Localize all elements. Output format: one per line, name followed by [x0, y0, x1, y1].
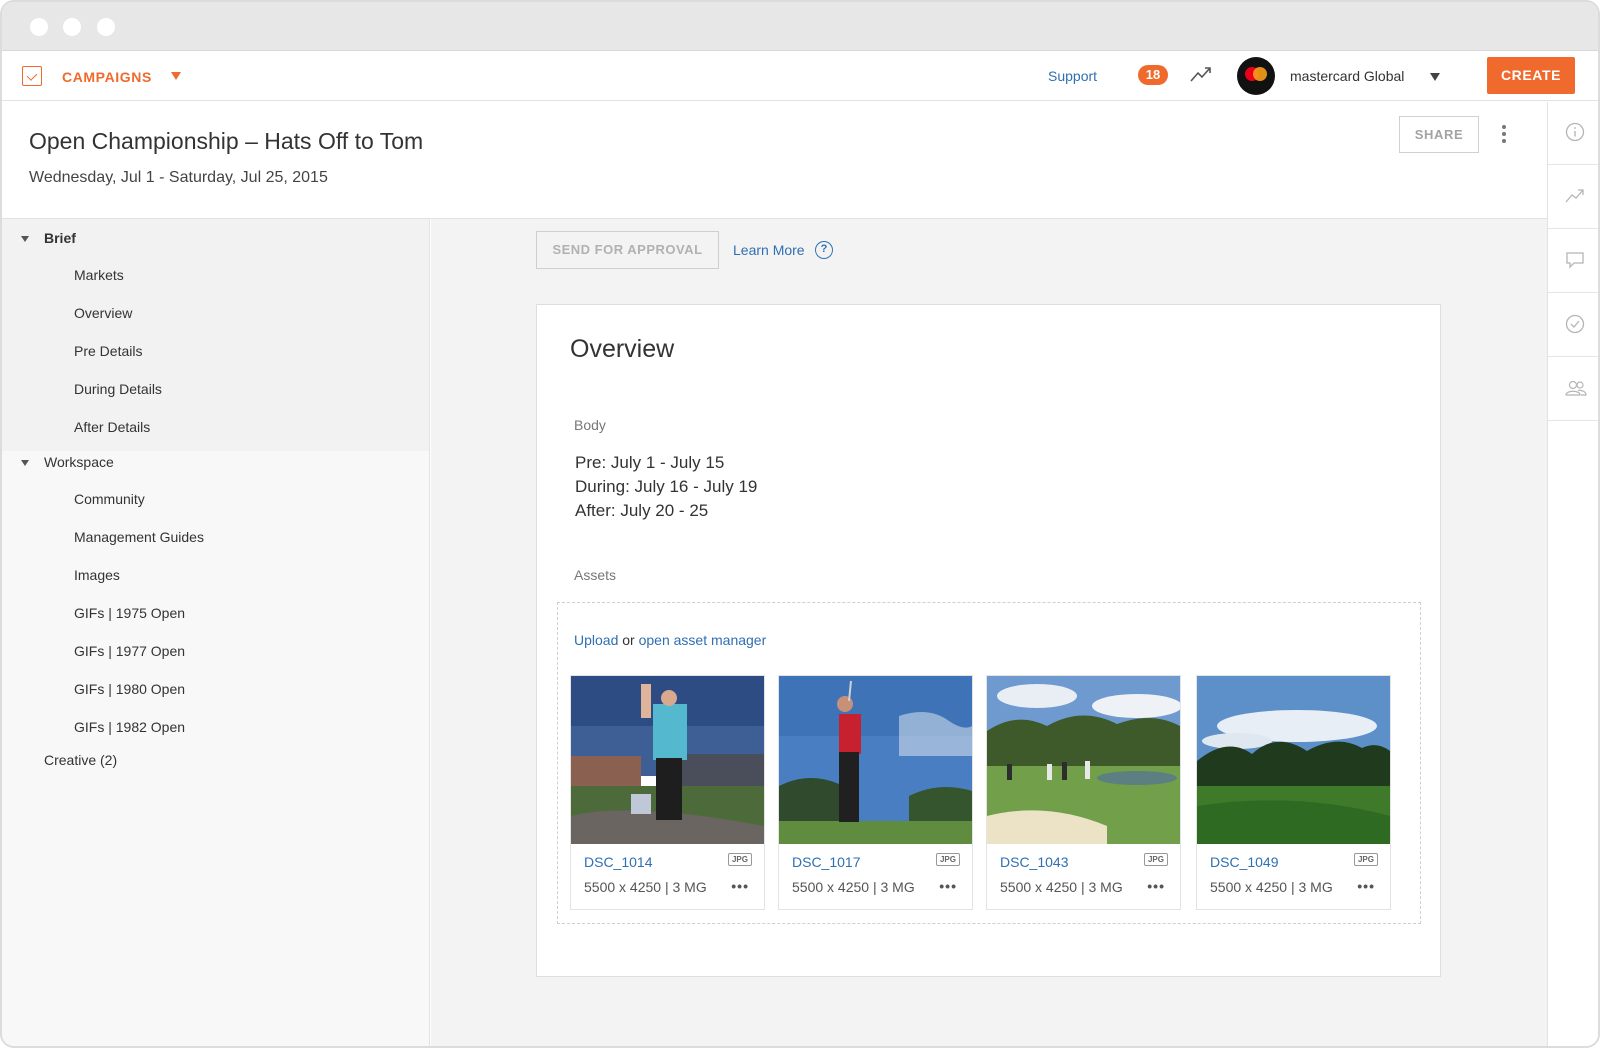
sidebar-item-gifs-1975[interactable]: GIFs | 1975 Open [74, 605, 185, 621]
account-name[interactable]: mastercard Global [1290, 68, 1404, 84]
sidebar-item-pre-details[interactable]: Pre Details [74, 343, 142, 359]
window-minimize-dot[interactable] [63, 18, 81, 36]
body-line-during: During: July 16 - July 19 [575, 477, 758, 496]
asset-dimensions: 5500 x 4250 | 3 MG [1210, 879, 1333, 895]
window-chrome [2, 2, 1598, 51]
asset-dropzone[interactable]: Upload or open asset manager DSC_1014 JP… [557, 602, 1421, 924]
upload-link[interactable]: Upload [574, 632, 618, 648]
campaign-check-icon[interactable] [22, 66, 42, 86]
sidebar-section-creative[interactable]: Creative (2) [44, 752, 117, 768]
campaign-dates: Wednesday, Jul 1 - Saturday, Jul 25, 201… [29, 169, 328, 186]
sidebar-item-after-details[interactable]: After Details [74, 419, 150, 435]
asset-thumbnail-golfer-swing[interactable] [779, 676, 972, 844]
asset-thumbnail-golf-course-group[interactable] [987, 676, 1180, 844]
more-options-icon[interactable] [1499, 125, 1509, 147]
workspace-caret-icon[interactable] [21, 460, 29, 466]
main-content: SEND FOR APPROVAL Learn More ? Overview … [431, 219, 1547, 1046]
asset-dimensions: 5500 x 4250 | 3 MG [1000, 879, 1123, 895]
sidebar-item-markets[interactable]: Markets [74, 267, 124, 283]
send-for-approval-button[interactable]: SEND FOR APPROVAL [536, 231, 719, 269]
asset-more-options-icon[interactable]: ••• [1147, 878, 1165, 894]
notification-badge[interactable]: 18 [1138, 65, 1168, 85]
asset-more-options-icon[interactable]: ••• [731, 878, 749, 894]
asset-card[interactable]: DSC_1014 JPG 5500 x 4250 | 3 MG ••• [570, 675, 765, 910]
sidebar-nav: Brief Markets Overview Pre Details Durin… [2, 219, 430, 1046]
account-chevron-down-icon[interactable] [1430, 73, 1440, 81]
asset-file-name[interactable]: DSC_1049 [1210, 854, 1279, 870]
asset-thumbnail-golf-course-green[interactable] [1197, 676, 1390, 844]
upload-instructions: Upload or open asset manager [574, 632, 766, 648]
comment-icon [1566, 252, 1584, 269]
sidebar-section-workspace[interactable]: Workspace [44, 454, 114, 470]
trend-icon [1565, 189, 1584, 203]
page-title: Open Championship – Hats Off to Tom [29, 128, 424, 154]
rail-approvals[interactable] [1548, 294, 1598, 357]
asset-file-name[interactable]: DSC_1043 [1000, 854, 1069, 870]
rail-people[interactable] [1548, 358, 1598, 421]
sidebar-item-gifs-1982[interactable]: GIFs | 1982 Open [74, 719, 185, 735]
open-asset-manager-link[interactable]: open asset manager [639, 632, 767, 648]
overview-card: Overview Body Pre: July 1 - July 15 Duri… [536, 304, 1441, 977]
account-avatar[interactable] [1237, 57, 1275, 95]
brief-caret-icon[interactable] [21, 236, 29, 242]
right-rail [1547, 102, 1598, 1046]
body-line-after: After: July 20 - 25 [575, 501, 709, 520]
upload-or-text: or [622, 632, 635, 648]
window-zoom-dot[interactable] [97, 18, 115, 36]
rail-trend[interactable] [1548, 166, 1598, 229]
asset-card[interactable]: DSC_1017 JPG 5500 x 4250 | 3 MG ••• [778, 675, 973, 910]
share-button[interactable]: SHARE [1399, 116, 1479, 153]
asset-file-name[interactable]: DSC_1014 [584, 854, 653, 870]
asset-more-options-icon[interactable]: ••• [939, 878, 957, 894]
sidebar-item-management-guides[interactable]: Management Guides [74, 529, 204, 545]
campaigns-menu[interactable]: CAMPAIGNS [62, 69, 152, 85]
jpg-file-type-badge: JPG [727, 853, 752, 866]
sidebar-item-community[interactable]: Community [74, 491, 145, 507]
help-circle-icon[interactable]: ? [815, 241, 833, 259]
rail-comments[interactable] [1548, 230, 1598, 293]
jpg-file-type-badge: JPG [1143, 853, 1168, 866]
mastercard-logo-yellow-circle [1253, 67, 1267, 81]
sidebar-item-gifs-1980[interactable]: GIFs | 1980 Open [74, 681, 185, 697]
people-icon [1565, 380, 1587, 396]
create-button[interactable]: CREATE [1487, 57, 1575, 94]
body-line-pre: Pre: July 1 - July 15 [575, 453, 725, 472]
support-link[interactable]: Support [1048, 68, 1097, 84]
asset-thumbnail-golfer-waving[interactable] [571, 676, 764, 844]
asset-dimensions: 5500 x 4250 | 3 MG [792, 879, 915, 895]
asset-dimensions: 5500 x 4250 | 3 MG [584, 879, 707, 895]
check-circle-icon [1565, 314, 1585, 334]
top-nav-bar: CAMPAIGNS Support 18 mastercard Global C… [2, 51, 1598, 101]
asset-card[interactable]: DSC_1043 JPG 5500 x 4250 | 3 MG ••• [986, 675, 1181, 910]
sidebar-item-gifs-1977[interactable]: GIFs | 1977 Open [74, 643, 185, 659]
window-close-dot[interactable] [30, 18, 48, 36]
asset-card[interactable]: DSC_1049 JPG 5500 x 4250 | 3 MG ••• [1196, 675, 1391, 910]
brief-section-bg [2, 219, 429, 451]
info-icon [1565, 122, 1585, 142]
jpg-file-type-badge: JPG [935, 853, 960, 866]
card-title: Overview [570, 335, 675, 363]
app-window: CAMPAIGNS Support 18 mastercard Global C… [0, 0, 1600, 1048]
analytics-trend-icon[interactable] [1190, 64, 1212, 84]
sidebar-item-overview[interactable]: Overview [74, 305, 132, 321]
assets-label: Assets [574, 567, 617, 583]
asset-file-name[interactable]: DSC_1017 [792, 854, 861, 870]
sidebar-item-images[interactable]: Images [74, 567, 120, 583]
body-label: Body [574, 417, 606, 433]
rail-info[interactable] [1548, 102, 1598, 165]
sidebar-section-brief[interactable]: Brief [44, 230, 76, 246]
page-header: Open Championship – Hats Off to Tom Wedn… [2, 102, 1547, 219]
jpg-file-type-badge: JPG [1353, 853, 1378, 866]
asset-more-options-icon[interactable]: ••• [1357, 878, 1375, 894]
campaigns-chevron-down-icon[interactable] [171, 72, 181, 80]
learn-more-link[interactable]: Learn More [733, 242, 805, 258]
sidebar-item-during-details[interactable]: During Details [74, 381, 162, 397]
